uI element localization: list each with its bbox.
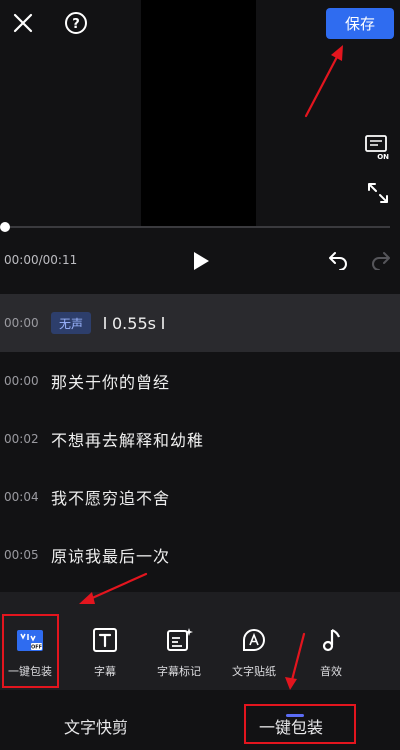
text-sticker-icon	[243, 629, 265, 651]
redo-icon[interactable]	[370, 250, 392, 270]
subtitle-row[interactable]: 00:05 原谅我最后一次	[0, 526, 400, 584]
arrow-line	[304, 53, 340, 118]
bottom-toolbar: OFF 一键包装 字幕 字幕标记 文字贴纸 音效	[0, 592, 400, 690]
music-note-icon	[322, 628, 341, 652]
tool-text-sticker[interactable]: 文字贴纸	[224, 592, 284, 690]
save-button[interactable]: 保存	[326, 8, 394, 39]
annotation-box	[244, 704, 356, 744]
help-icon[interactable]: ?	[64, 11, 88, 35]
subtitle-time: 00:05	[4, 548, 39, 562]
caption-toggle-icon[interactable]: ON	[364, 133, 392, 161]
tool-label: 字幕	[94, 665, 116, 678]
caption-mark-icon	[167, 628, 193, 651]
annotation-box	[2, 614, 59, 688]
tool-sound-effect[interactable]: 音效	[301, 592, 361, 690]
close-icon[interactable]	[10, 10, 36, 36]
tool-subtitle[interactable]: 字幕	[75, 592, 135, 690]
subtitle-text[interactable]: 我不愿穷追不舍	[51, 485, 170, 509]
silence-duration: 0.55s	[104, 312, 164, 334]
progress-handle[interactable]	[0, 222, 10, 232]
svg-text:ON: ON	[377, 153, 389, 161]
arrow-head	[331, 45, 343, 61]
subtitle-time: 00:00	[4, 374, 39, 388]
subtitle-row-silence[interactable]: 00:00 无声 0.55s	[0, 294, 400, 352]
subtitle-row[interactable]: 00:04 我不愿穷追不舍	[0, 468, 400, 526]
silence-duration-label: 0.55s	[112, 313, 156, 333]
progress-track[interactable]	[4, 226, 390, 228]
silence-bar-icon	[161, 317, 164, 329]
subtitle-time: 00:04	[4, 490, 39, 504]
subtitle-time: 00:02	[4, 432, 39, 446]
play-icon[interactable]	[190, 250, 212, 272]
mute-badge: 无声	[51, 312, 92, 334]
video-preview	[141, 0, 256, 226]
tool-caption-mark[interactable]: 字幕标记	[149, 592, 209, 690]
tool-label: 字幕标记	[157, 665, 201, 678]
tab-text-quick-cut[interactable]: 文字快剪	[64, 714, 128, 738]
subtitle-text[interactable]: 不想再去解释和幼稚	[51, 427, 204, 451]
subtitle-text[interactable]: 原谅我最后一次	[51, 543, 170, 567]
subtitle-text[interactable]: 那关于你的曾经	[51, 369, 170, 393]
tool-label: 音效	[320, 665, 342, 678]
svg-text:?: ?	[72, 17, 80, 32]
subtitle-row[interactable]: 00:02 不想再去解释和幼稚	[0, 410, 400, 468]
fullscreen-icon[interactable]	[366, 181, 390, 205]
tool-label: 文字贴纸	[232, 665, 276, 678]
subtitle-time: 00:00	[4, 316, 39, 330]
silence-bar-icon	[104, 317, 106, 329]
undo-icon[interactable]	[327, 250, 349, 270]
tool-next-partial[interactable]	[376, 592, 400, 690]
more-tool-icon	[392, 626, 400, 654]
subtitle-row[interactable]: 00:00 那关于你的曾经	[0, 352, 400, 410]
text-icon	[93, 628, 117, 652]
time-readout: 00:00/00:11	[4, 253, 78, 267]
